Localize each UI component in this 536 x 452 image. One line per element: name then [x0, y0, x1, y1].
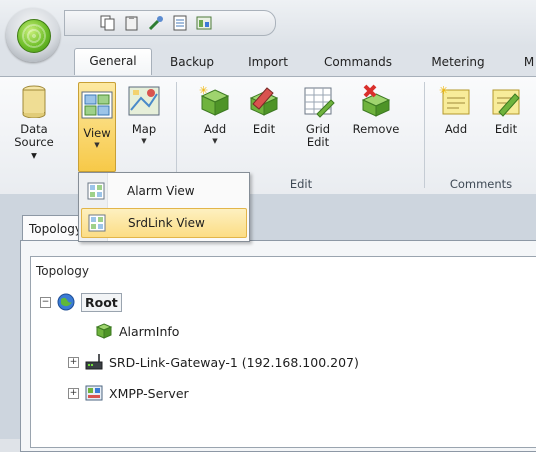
chevron-down-icon: ▼	[212, 137, 218, 145]
svg-text:✳: ✳	[439, 84, 448, 97]
tree-node-label: SRD-Link-Gateway-1 (192.168.100.207)	[109, 354, 359, 370]
menu-item-srdlink-view[interactable]: SrdLink View	[81, 208, 247, 238]
copy-icon[interactable]	[99, 15, 116, 32]
application-menu-button[interactable]	[6, 8, 60, 62]
comment-add-icon: ✳	[439, 84, 473, 118]
map-label: Map	[131, 122, 157, 136]
data-source-label-2: Source ▾	[14, 135, 54, 162]
svg-text:✳: ✳	[199, 84, 208, 97]
remove-button[interactable]: Remove	[352, 84, 400, 158]
add-cube-icon: ✳	[198, 84, 232, 118]
tab-more[interactable]: M	[522, 50, 536, 74]
expand-icon[interactable]: +	[68, 387, 79, 399]
server-icon	[85, 384, 103, 402]
tab-backup[interactable]: Backup	[162, 50, 222, 74]
edit-label: Edit	[252, 122, 276, 136]
map-icon	[127, 84, 161, 118]
edit-pencil-icon	[247, 84, 281, 118]
tree-node-label: AlarmInfo	[119, 323, 180, 339]
tab-import[interactable]: Import	[240, 50, 296, 74]
database-icon	[17, 84, 51, 119]
grid-icon	[301, 84, 335, 118]
data-source-button[interactable]: Data Source ▾	[14, 84, 54, 162]
view-grid-icon	[87, 182, 105, 200]
add-button[interactable]: ✳ Add ▼	[196, 84, 234, 158]
tree-node-label: XMPP-Server	[109, 385, 189, 401]
cube-icon	[95, 322, 113, 340]
tab-commands[interactable]: Commands	[320, 50, 396, 74]
tree-node-gateway[interactable]: + SRD-Link-Gateway-1 (192.168.100.207)	[68, 351, 359, 373]
view-grid-icon	[88, 214, 106, 232]
gateway-icon	[85, 353, 103, 371]
expand-icon[interactable]: +	[68, 356, 79, 368]
app-logo-icon	[17, 19, 51, 53]
tools-icon[interactable]	[147, 15, 164, 32]
tree-node-root[interactable]: − Root	[40, 291, 122, 313]
tree-node-xmpp[interactable]: + XMPP-Server	[68, 382, 189, 404]
view-label: View	[83, 126, 111, 140]
collapse-icon[interactable]: −	[40, 296, 51, 308]
menu-item-label: SrdLink View	[128, 216, 205, 230]
comment-add-label: Add	[444, 122, 468, 136]
tree-header: Topology	[36, 264, 89, 278]
comment-add-button[interactable]: ✳ Add	[438, 84, 474, 158]
map-button[interactable]: Map ▼	[124, 84, 164, 158]
comment-edit-icon	[489, 84, 523, 118]
chevron-down-icon: ▼	[141, 137, 147, 145]
document-icon[interactable]	[171, 15, 188, 32]
view-dropdown-menu: Alarm View SrdLink View	[78, 172, 250, 242]
grid-edit-label-2: Edit	[306, 135, 330, 149]
remove-cube-icon	[359, 84, 393, 118]
view-grid-icon	[80, 88, 114, 122]
comments-group-label: Comments	[449, 177, 513, 191]
tree-node-alarminfo[interactable]: AlarmInfo	[95, 320, 179, 342]
tree-node-label: Root	[81, 292, 122, 312]
quick-access-toolbar	[64, 10, 276, 36]
menu-item-label: Alarm View	[127, 184, 195, 198]
paste-icon[interactable]	[123, 15, 140, 32]
remove-label: Remove	[352, 122, 400, 136]
report-icon[interactable]	[195, 15, 212, 32]
globe-icon	[57, 293, 75, 311]
chevron-down-icon: ▼	[94, 141, 100, 149]
view-button[interactable]: View ▼	[78, 82, 116, 172]
add-label: Add	[203, 122, 227, 136]
tab-general[interactable]: General	[74, 48, 152, 75]
tab-metering[interactable]: Metering	[426, 50, 490, 74]
group-separator	[424, 82, 425, 188]
menu-item-alarm-view[interactable]: Alarm View	[81, 177, 245, 205]
grid-edit-button[interactable]: Grid Edit	[298, 84, 338, 158]
comment-edit-label: Edit	[494, 122, 518, 136]
edit-button[interactable]: Edit	[244, 84, 284, 158]
comment-edit-button[interactable]: Edit	[488, 84, 524, 158]
